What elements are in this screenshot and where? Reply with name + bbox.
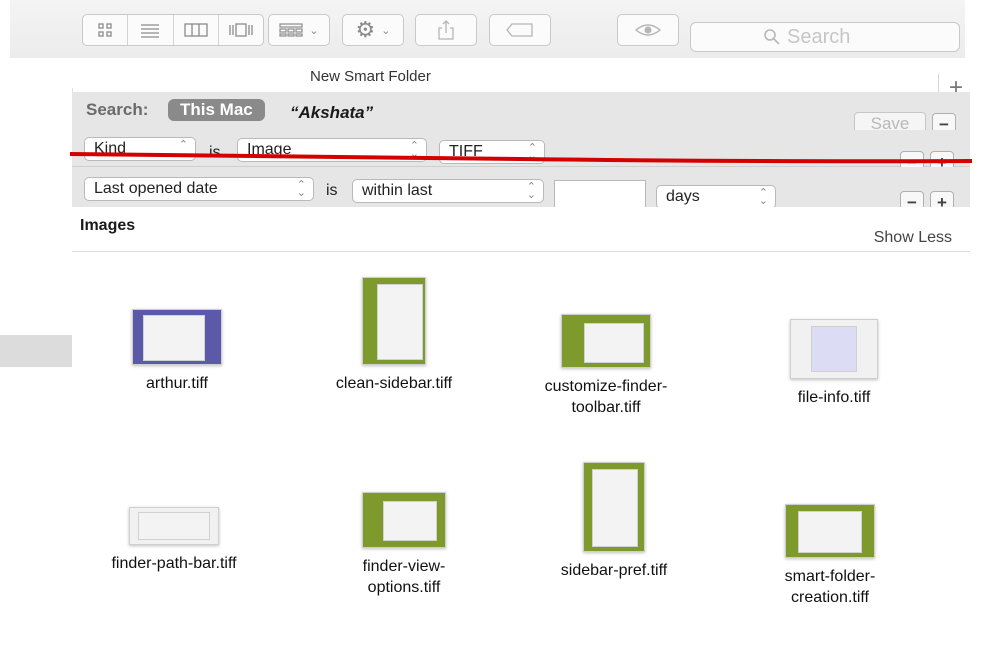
smart-folder-panel: Search: This Mac “Akshata” Save − Kind ⌃…	[72, 92, 970, 666]
date-range-value: within last	[362, 182, 433, 199]
file-name: clean-sidebar.tiff	[335, 375, 453, 392]
file-thumbnail	[362, 277, 426, 365]
scope-this-mac-button[interactable]: This Mac	[168, 99, 265, 121]
date-range-popup[interactable]: within last ⌃ ⌄	[352, 179, 544, 203]
view-mode-segmented-control[interactable]	[82, 14, 264, 46]
list-view-button[interactable]	[128, 15, 174, 45]
file-name: customize-finder-toolbar.tiff	[544, 378, 668, 416]
popup-arrows-icon: ⌃ ⌄	[296, 179, 306, 199]
popup-arrows-icon: ⌃ ⌄	[758, 187, 768, 207]
quick-look-button[interactable]	[617, 14, 679, 46]
popup-arrows-icon: ⌃ ⌄	[527, 142, 537, 162]
file-item[interactable]: finder-path-bar.tiff	[74, 507, 274, 574]
operator-label: is	[209, 144, 221, 161]
search-placeholder: Search	[787, 25, 851, 48]
scope-folder-button[interactable]: “Akshata”	[290, 103, 373, 123]
file-name: finder-view-options.tiff	[362, 558, 446, 596]
popup-arrows-icon: ⌃ ⌄	[409, 140, 419, 160]
column-view-button[interactable]	[174, 15, 219, 45]
attribute-popup[interactable]: Kind ⌃ ⌄	[84, 137, 196, 161]
kind-value: Image	[247, 141, 292, 158]
operator-label: is	[326, 182, 338, 199]
chevron-down-icon: ⌄	[309, 24, 319, 37]
attribute-popup[interactable]: Last opened date ⌃ ⌄	[84, 177, 314, 201]
format-popup[interactable]: TIFF ⌃ ⌄	[439, 140, 545, 164]
search-scope-label: Search:	[86, 100, 149, 119]
icon-view-icon	[98, 23, 112, 37]
results-grid: arthur.tiff clean-sidebar.tiff customize…	[72, 252, 970, 666]
criteria-row-kind: Kind ⌃ ⌄ is Image ⌃ ⌄ TIFF ⌃ ⌄ − +	[72, 130, 970, 173]
file-item[interactable]: smart-folder-creation.tiff	[730, 504, 930, 608]
popup-arrows-icon: ⌃ ⌄	[526, 181, 536, 201]
search-field[interactable]: Search	[690, 22, 960, 52]
file-item[interactable]: arthur.tiff	[77, 309, 277, 394]
file-item[interactable]: clean-sidebar.tiff	[294, 277, 494, 394]
file-name: smart-folder-creation.tiff	[784, 568, 876, 606]
file-name: arthur.tiff	[146, 375, 208, 392]
share-button[interactable]	[415, 14, 477, 46]
file-thumbnail	[132, 309, 222, 365]
time-unit-value: days	[666, 188, 700, 205]
popup-arrows-icon: ⌃ ⌄	[178, 139, 188, 159]
edit-tags-button[interactable]	[489, 14, 551, 46]
column-view-icon	[183, 23, 208, 37]
time-unit-popup[interactable]: days ⌃ ⌄	[656, 185, 776, 209]
file-name: sidebar-pref.tiff	[560, 562, 668, 579]
arrange-button[interactable]: ⌄	[268, 14, 330, 46]
file-thumbnail	[790, 319, 878, 379]
show-less-link[interactable]: Show Less	[874, 229, 952, 247]
search-scope-bar: Search: This Mac “Akshata” Save −	[72, 92, 970, 136]
search-icon	[764, 29, 780, 45]
tag-icon	[506, 23, 533, 37]
chevron-down-icon: ⌄	[381, 24, 391, 37]
icon-view-button[interactable]	[83, 15, 129, 45]
file-thumbnail	[362, 492, 446, 548]
file-name: file-info.tiff	[797, 389, 871, 406]
amount-input[interactable]	[554, 180, 646, 208]
file-thumbnail	[785, 504, 875, 558]
criteria-row-last-opened: Last opened date ⌃ ⌄ is within last ⌃ ⌄ da…	[72, 167, 970, 213]
sidebar-selected-item[interactable]	[0, 335, 72, 367]
eye-icon	[635, 24, 661, 36]
results-section-title: Images	[80, 217, 136, 234]
share-icon	[438, 20, 454, 40]
window-title: New Smart Folder	[310, 68, 431, 85]
action-button[interactable]: ⚙ ⌄	[342, 14, 404, 46]
file-thumbnail	[561, 314, 651, 368]
file-thumbnail	[129, 507, 219, 545]
file-item[interactable]: sidebar-pref.tiff	[514, 462, 714, 581]
file-item[interactable]: finder-view-options.tiff	[304, 492, 504, 598]
format-value: TIFF	[449, 143, 483, 160]
list-view-icon	[141, 24, 160, 38]
file-item[interactable]: customize-finder-toolbar.tiff	[506, 314, 706, 418]
kind-value-popup[interactable]: Image ⌃ ⌄	[237, 138, 427, 162]
gear-icon: ⚙	[355, 17, 376, 42]
coverflow-view-button[interactable]	[219, 15, 263, 45]
attribute-value: Last opened date	[94, 180, 218, 197]
sidebar	[0, 88, 73, 666]
file-item[interactable]: file-info.tiff	[734, 319, 934, 408]
arrange-grid-icon	[279, 23, 303, 37]
results-section-header: Images Show Less	[72, 207, 970, 252]
attribute-value: Kind	[94, 140, 127, 157]
file-name: finder-path-bar.tiff	[111, 555, 237, 572]
file-thumbnail	[583, 462, 645, 552]
coverflow-view-icon	[229, 23, 253, 37]
